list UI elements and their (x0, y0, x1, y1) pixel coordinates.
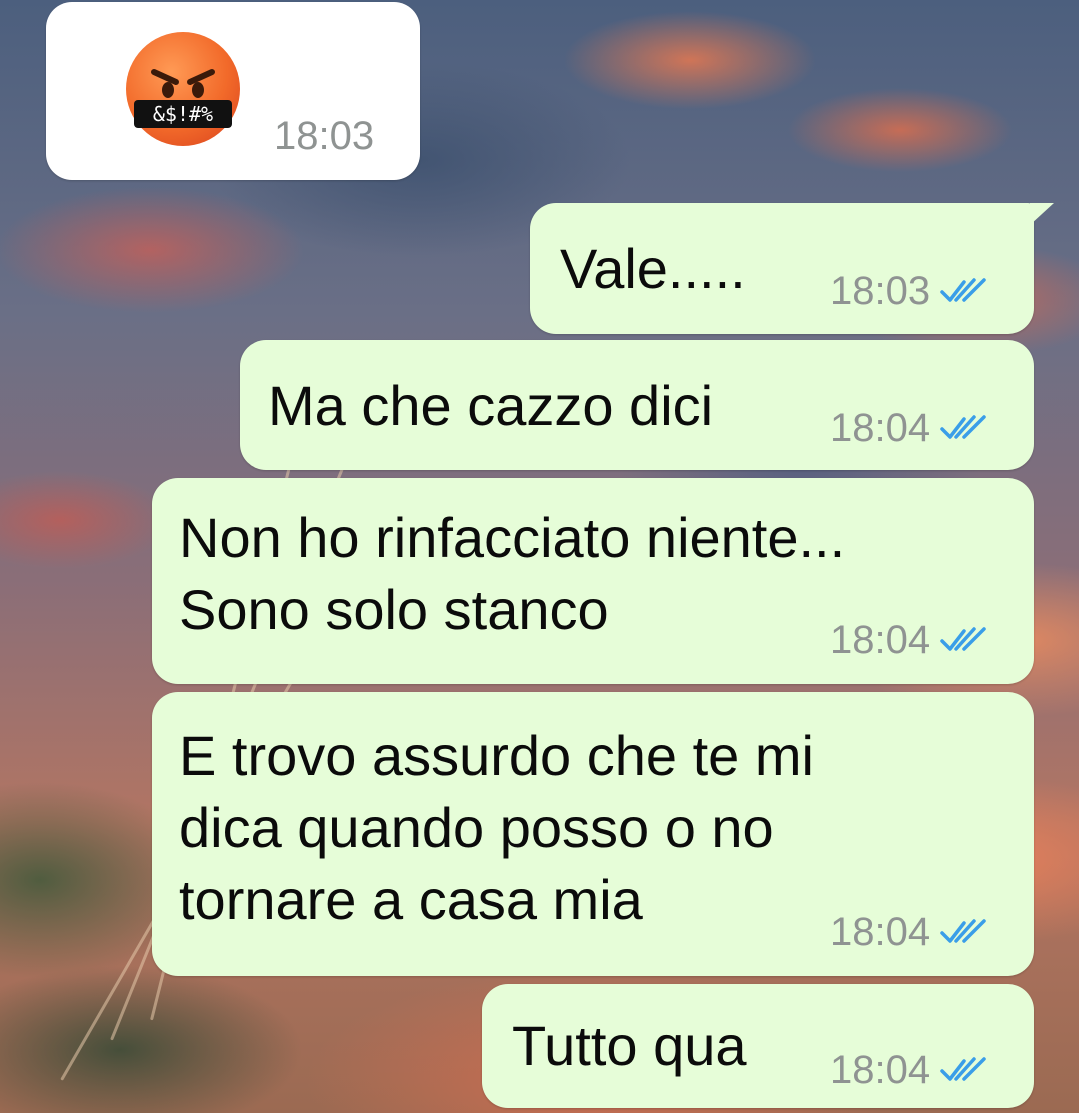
message-text: Vale..... (560, 237, 746, 300)
outgoing-message[interactable]: E trovo assurdo che te mi dica quando po… (152, 692, 1034, 976)
message-time: 18:04 (830, 618, 931, 662)
outgoing-message[interactable]: Tutto qua 18:04 (482, 984, 1034, 1108)
message-text: Non ho rinfacciato niente... Sono solo s… (179, 506, 846, 641)
incoming-message[interactable]: &$!#% 18:03 (46, 2, 420, 180)
double-check-read-icon (940, 278, 986, 302)
message-time: 18:04 (830, 406, 931, 450)
message-time: 18:03 (274, 114, 375, 158)
double-check-read-icon (940, 1057, 986, 1081)
bubble-tail (1030, 203, 1054, 225)
double-check-read-icon (940, 415, 986, 439)
message-meta: 18:04 (830, 912, 988, 952)
outgoing-message[interactable]: Non ho rinfacciato niente... Sono solo s… (152, 478, 1034, 684)
double-check-read-icon (940, 919, 986, 943)
message-meta: 18:03 (274, 116, 374, 156)
cursing-face-icon: &$!#% (126, 32, 240, 146)
double-check-read-icon (940, 627, 986, 651)
message-text: Tutto qua (512, 1014, 747, 1077)
message-time: 18:04 (830, 1048, 931, 1092)
outgoing-message[interactable]: Ma che cazzo dici 18:04 (240, 340, 1034, 470)
outgoing-message[interactable]: Vale..... 18:03 (530, 203, 1034, 334)
message-meta: 18:04 (830, 620, 988, 660)
message-text: Ma che cazzo dici (268, 374, 714, 437)
message-text: E trovo assurdo che te mi dica quando po… (179, 724, 814, 931)
message-time: 18:03 (830, 269, 931, 313)
message-meta: 18:03 (830, 271, 988, 311)
message-meta: 18:04 (830, 1050, 988, 1090)
emoji-symbols-label: &$!#% (134, 100, 232, 128)
message-meta: 18:04 (830, 408, 988, 448)
message-time: 18:04 (830, 910, 931, 954)
